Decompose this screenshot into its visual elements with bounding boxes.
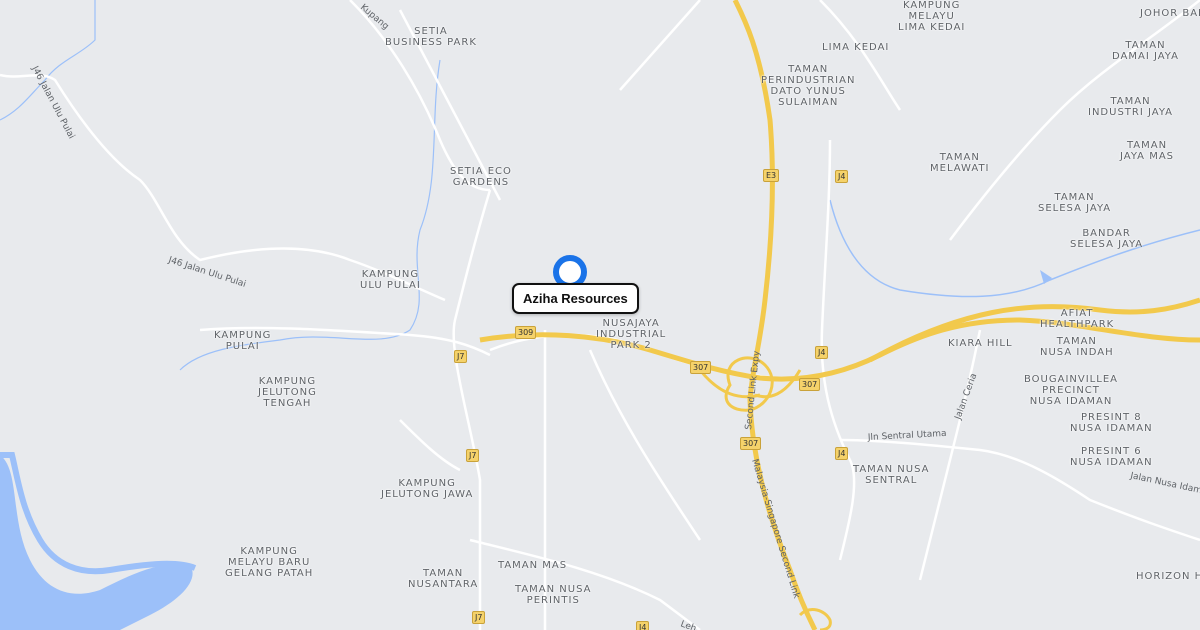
road-label-jln-sentral-utama: Jln Sentral Utama — [867, 429, 947, 443]
place-kampung-melayu-lima-kedai: KAMPUNG MELAYU LIMA KEDAI — [898, 0, 966, 33]
place-kampung-melayu-baru: KAMPUNG MELAYU BARU GELANG PATAH — [225, 546, 314, 579]
map-base-layer: Kupang J46 Jalan Ulu Pulai J46 Jalan Ulu… — [0, 0, 1200, 630]
road-label-jalan-ceria: Jalan Ceria — [953, 372, 979, 422]
place-kiara-hill: KIARA HILL — [948, 338, 1013, 349]
road-label-j46-south: J46 Jalan Ulu Pulai — [166, 255, 247, 290]
place-setia-eco-gardens: SETIA ECO GARDENS — [450, 166, 512, 188]
place-taman-melawati: TAMAN MELAWATI — [930, 152, 990, 174]
route-shield-j4-bottom: J4 — [636, 621, 650, 630]
place-kampung-ulu-pulai: KAMPUNG ULU PULAI — [360, 269, 421, 291]
place-setia-business-park: SETIA BUSINESS PARK — [385, 26, 477, 48]
route-shield-j7-bottom: J7 — [472, 611, 486, 624]
place-presint-6: PRESINT 6 NUSA IDAMAN — [1070, 446, 1153, 468]
river-branch — [0, 452, 197, 575]
map-canvas[interactable]: Kupang J46 Jalan Ulu Pulai J46 Jalan Ulu… — [0, 0, 1200, 630]
route-shield-307-c: 307 — [740, 437, 762, 450]
place-taman-nusa-indah: TAMAN NUSA INDAH — [1040, 336, 1114, 358]
route-shield-307-b: 307 — [799, 378, 821, 391]
river-water — [0, 455, 193, 630]
place-taman-nusa-perintis: TAMAN NUSA PERINTIS — [515, 584, 592, 606]
route-shield-309: 309 — [515, 326, 537, 339]
highway-j4 — [868, 297, 1200, 363]
route-shield-e3: E3 — [763, 169, 780, 182]
place-taman-damai-jaya: TAMAN DAMAI JAYA — [1112, 40, 1179, 62]
place-taman-industri-jaya: TAMAN INDUSTRI JAYA — [1088, 96, 1173, 118]
place-taman-nusantara: TAMAN NUSANTARA — [408, 568, 479, 590]
route-shield-j4-low: J4 — [835, 447, 849, 460]
place-nusajaya-industrial-park-2: NUSAJAYA INDUSTRIAL PARK 2 — [596, 318, 667, 351]
stream-central — [179, 59, 441, 371]
place-bandar-selesa-jaya: BANDAR SELESA JAYA — [1070, 228, 1144, 250]
marker-label[interactable]: Aziha Resources — [512, 283, 639, 314]
place-kampung-jelutong-jawa: KAMPUNG JELUTONG JAWA — [381, 478, 474, 500]
route-shield-j7-mid: J7 — [466, 449, 480, 462]
place-taman-selesa-jaya: TAMAN SELESA JAYA — [1038, 192, 1112, 214]
road-label-malaysia-singapore: Malaysia-Singapore Second Link — [749, 458, 801, 601]
route-shield-j4-top: J4 — [835, 170, 849, 183]
route-shield-j4-mid: J4 — [815, 346, 829, 359]
place-presint-8: PRESINT 8 NUSA IDAMAN — [1070, 412, 1153, 434]
place-kampung-jelutong-tengah: KAMPUNG JELUTONG TENGAH — [258, 376, 317, 409]
stream-east — [829, 199, 1200, 298]
place-kampung-pulai: KAMPUNG PULAI — [214, 330, 272, 352]
place-taman-mas: TAMAN MAS — [498, 560, 568, 571]
pond — [1040, 270, 1052, 284]
place-taman-jaya-mas: TAMAN JAYA MAS — [1120, 140, 1175, 162]
place-taman-nusa-sentral: TAMAN NUSA SENTRAL — [853, 464, 930, 486]
place-afiat-healthpark: AFIAT HEALTHPARK — [1040, 308, 1115, 330]
place-bougainvillea-precinct: BOUGAINVILLEA PRECINCT NUSA IDAMAN — [1024, 374, 1118, 407]
place-johor-bahru: JOHOR BAH — [1140, 8, 1200, 19]
place-horizon-hills: HORIZON HI — [1136, 571, 1200, 582]
place-taman-perindustrian: TAMAN PERINDUSTRIAN DATO YUNUS SULAIMAN — [761, 64, 856, 108]
place-lima-kedai: LIMA KEDAI — [822, 42, 890, 53]
road-label-leh: Leh — [679, 619, 698, 630]
route-shield-307-a: 307 — [690, 361, 712, 374]
road-label-jalan-nusa-idaman: Jalan Nusa Idaman — [1128, 471, 1200, 498]
route-shield-j7-top: J7 — [454, 350, 468, 363]
road-label-second-link-expy: Second Link Expy — [744, 350, 762, 431]
